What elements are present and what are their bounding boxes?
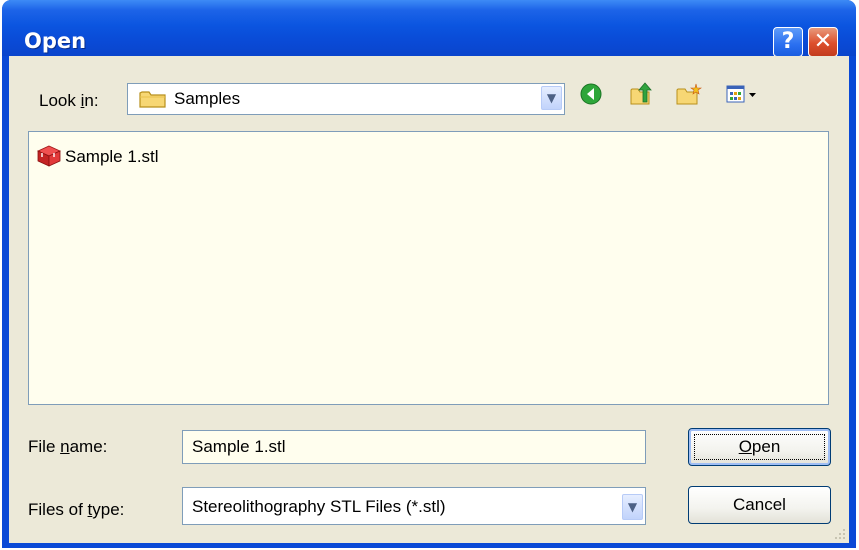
stl-file-icon bbox=[37, 145, 61, 167]
file-name-label: Sample 1.stl bbox=[65, 147, 159, 166]
look-in-combo[interactable]: Samples ▼ bbox=[127, 83, 565, 115]
chevron-down-icon: ▼ bbox=[546, 91, 557, 105]
window-title: Open bbox=[24, 29, 87, 53]
look-in-label: Look in: bbox=[39, 91, 99, 110]
look-in-dropdown-button[interactable]: ▼ bbox=[541, 86, 562, 110]
file-type-combo[interactable]: Stereolithography STL Files (*.stl) ▼ bbox=[182, 487, 646, 525]
open-button[interactable]: Open bbox=[688, 428, 831, 466]
file-type-value: Stereolithography STL Files (*.stl) bbox=[192, 497, 446, 516]
title-bar[interactable]: Open ? ✕ bbox=[2, 0, 856, 57]
file-name-field[interactable] bbox=[182, 430, 646, 464]
file-type-label: Files of type: bbox=[28, 500, 125, 519]
file-list[interactable]: Sample 1.stl bbox=[28, 131, 829, 405]
folder-icon bbox=[139, 91, 166, 108]
resize-grip-icon[interactable] bbox=[834, 528, 846, 540]
help-button[interactable]: ? bbox=[773, 27, 803, 57]
close-button[interactable]: ✕ bbox=[808, 27, 838, 57]
new-folder-icon[interactable] bbox=[675, 82, 703, 106]
cancel-button[interactable]: Cancel bbox=[688, 486, 831, 524]
file-name-label: File name: bbox=[28, 437, 108, 456]
focus-rect bbox=[694, 434, 825, 460]
view-menu-icon[interactable] bbox=[725, 82, 759, 106]
open-dialog: Open ? ✕ Look in: Samples ▼ Sample 1.stl… bbox=[2, 0, 856, 548]
file-type-dropdown-button[interactable]: ▼ bbox=[622, 494, 643, 520]
chevron-down-icon: ▼ bbox=[627, 500, 638, 514]
up-folder-icon[interactable] bbox=[629, 82, 655, 106]
back-icon[interactable] bbox=[579, 82, 603, 106]
look-in-value: Samples bbox=[174, 89, 241, 108]
file-name-input[interactable] bbox=[183, 431, 645, 463]
dialog-body: Look in: Samples ▼ Sample 1.stl File nam… bbox=[9, 56, 849, 543]
